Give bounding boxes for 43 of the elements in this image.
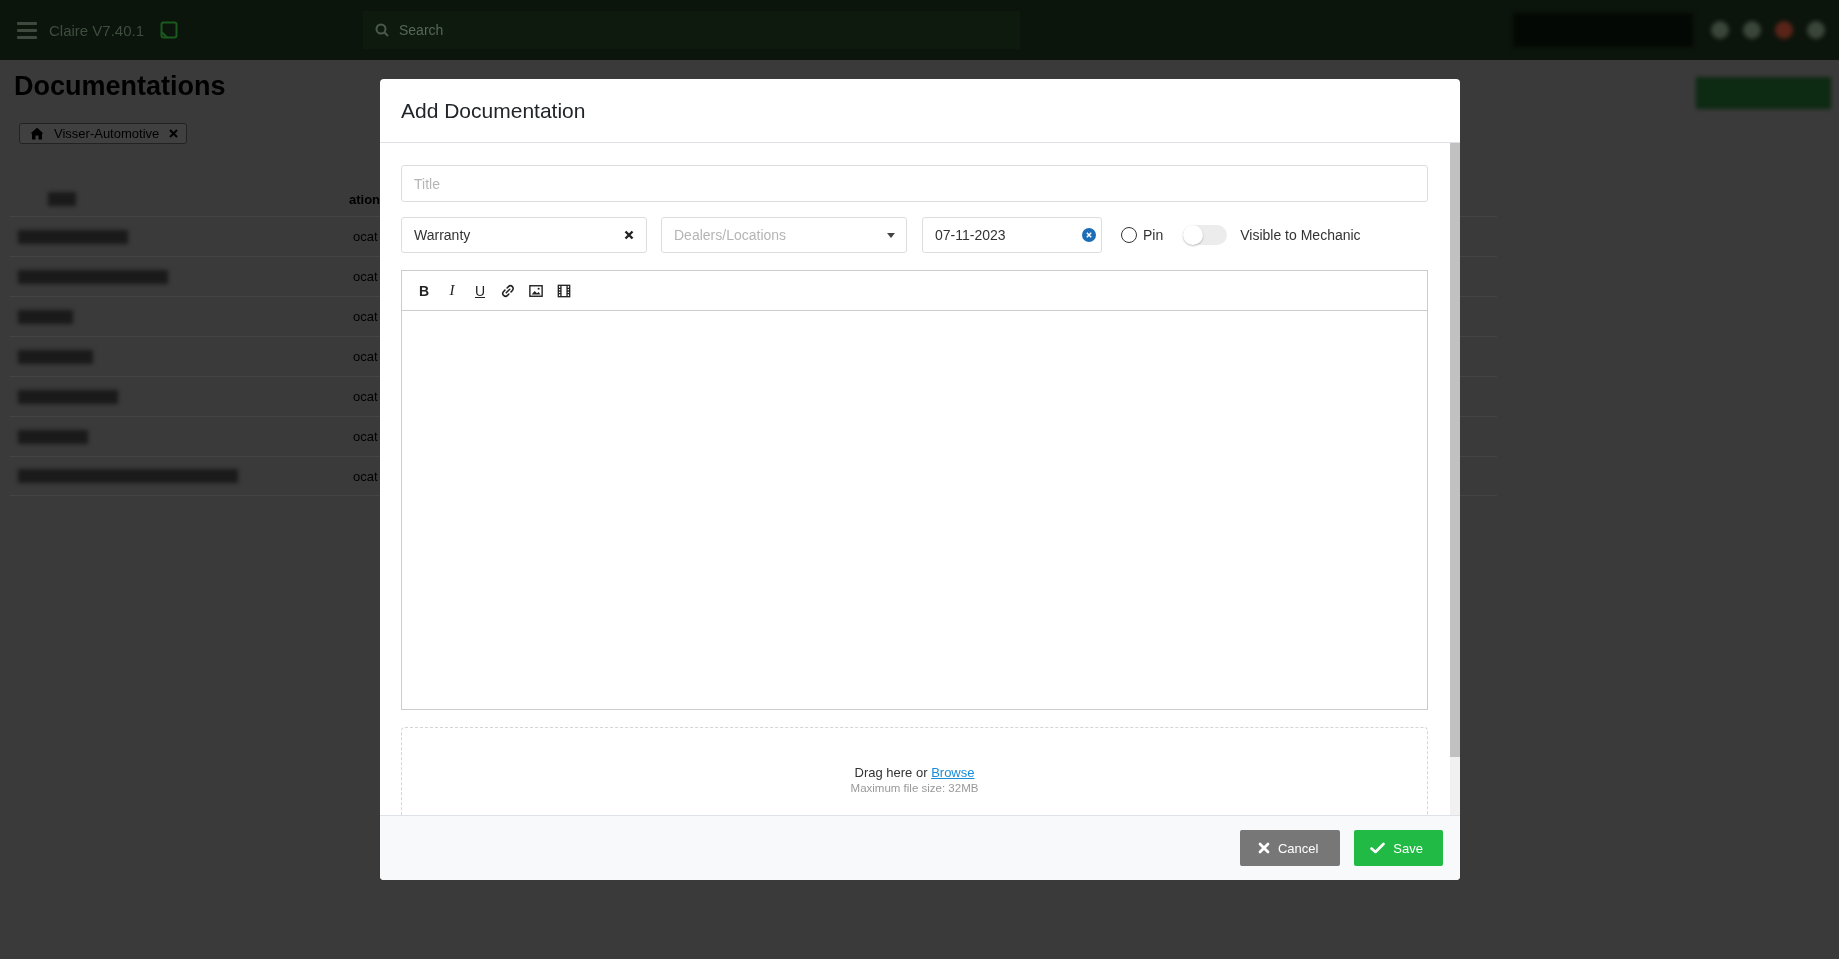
cancel-button[interactable]: Cancel <box>1239 830 1341 866</box>
blurred-block <box>18 429 88 444</box>
bold-button[interactable]: B <box>410 279 438 302</box>
title-field[interactable]: Title <box>401 165 1428 202</box>
blurred-block <box>48 192 76 206</box>
toggle-switch[interactable] <box>1183 225 1228 245</box>
pin-label: Pin <box>1143 227 1164 243</box>
dialog-title: Add Documentation <box>401 98 586 123</box>
table-cell-text: ocat <box>352 429 378 444</box>
file-size-hint: Maximum file size: 32MB <box>850 781 979 796</box>
underline-button[interactable]: U <box>466 279 494 302</box>
app-name: Claire V7.40.1 <box>49 21 145 39</box>
home-icon <box>30 127 44 140</box>
column-header: ation <box>348 191 381 207</box>
check-icon <box>1370 842 1386 854</box>
browse-link[interactable]: Browse <box>931 765 975 780</box>
toggle-label: Visible to Mechanic <box>1240 227 1361 243</box>
blurred-block <box>1807 21 1825 39</box>
table-cell-text: ocat <box>352 309 378 324</box>
search-field[interactable]: Search <box>363 11 1020 49</box>
page-title: Documentations <box>14 70 226 102</box>
cross-icon <box>1257 842 1270 854</box>
table-cell-text: ocat <box>352 229 378 244</box>
blurred-block <box>1711 21 1729 39</box>
table-cell-text: ocat <box>352 468 378 484</box>
italic-button[interactable]: I <box>438 279 466 302</box>
drop-prompt: Drag here or Browse <box>854 764 975 781</box>
link-icon <box>501 283 515 298</box>
image-icon <box>529 283 543 298</box>
search-icon <box>375 23 389 37</box>
blurred-block <box>1775 21 1793 39</box>
blurred-block <box>1743 21 1761 39</box>
type-select[interactable]: Warranty <box>401 217 647 253</box>
film-icon <box>557 283 571 298</box>
date-field[interactable]: 07-11-2023 <box>922 217 1102 253</box>
table-cell-text: ocat <box>352 349 378 364</box>
table-cell-text: ocat <box>352 389 378 404</box>
caret-icon <box>887 233 895 238</box>
text-editor[interactable]: B I U <box>401 270 1428 710</box>
table-cell-text: ocat <box>352 269 378 284</box>
location-select[interactable]: Dealers/Locations <box>661 217 907 253</box>
blurred-block <box>18 309 73 324</box>
clear-icon[interactable] <box>624 230 634 240</box>
